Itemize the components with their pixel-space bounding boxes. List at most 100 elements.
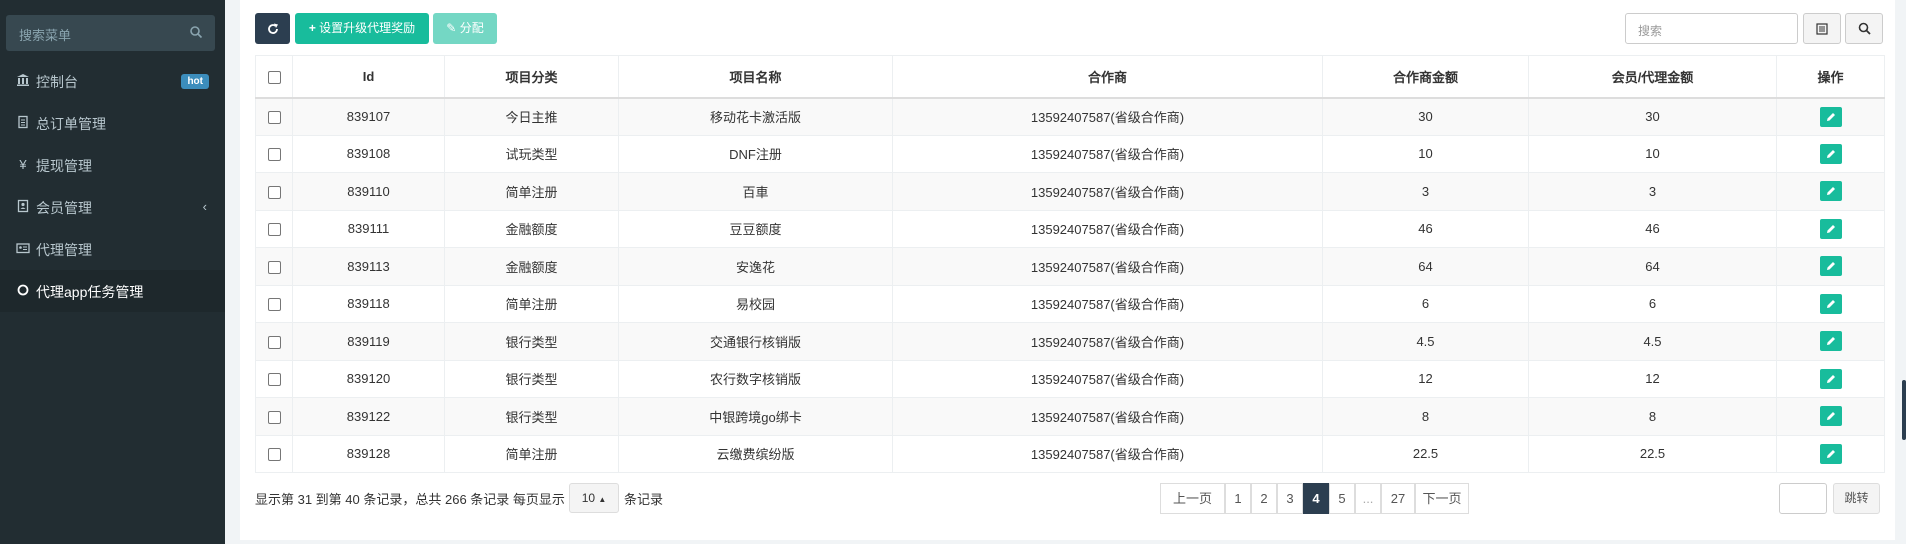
row-select-cell bbox=[255, 134, 293, 173]
row-checkbox[interactable] bbox=[267, 410, 281, 424]
edit-button[interactable] bbox=[1819, 406, 1842, 427]
cell-partner: 13592407587(省级合作商) bbox=[892, 247, 1323, 286]
edit-button[interactable] bbox=[1819, 293, 1842, 314]
sidebar-item-agent-app-tasks[interactable]: 代理app任务管理 bbox=[0, 270, 225, 312]
cell-partner-amount: 6 bbox=[1322, 284, 1529, 323]
search-icon[interactable] bbox=[189, 25, 203, 39]
scrollbar[interactable] bbox=[1902, 380, 1906, 440]
page-button[interactable]: 1 bbox=[1225, 483, 1251, 514]
sidebar-item-withdraw[interactable]: ¥ 提现管理 bbox=[0, 144, 225, 186]
jump-page-input[interactable] bbox=[1779, 483, 1827, 514]
pencil-icon bbox=[1826, 412, 1835, 421]
sidebar-item-dashboard[interactable]: 控制台 hot bbox=[0, 60, 225, 102]
row-checkbox[interactable] bbox=[267, 148, 281, 162]
page-button[interactable]: 4 bbox=[1303, 483, 1329, 514]
header-category[interactable]: 项目分类 bbox=[444, 55, 619, 99]
page-button[interactable]: 2 bbox=[1251, 483, 1277, 514]
cell-id: 839107 bbox=[292, 97, 445, 136]
row-checkbox[interactable] bbox=[267, 223, 281, 237]
assign-button[interactable]: ✎ 分配 bbox=[433, 13, 497, 44]
table-row: 839107 今日主推 移动花卡激活版 13592407587(省级合作商) 30 30 bbox=[255, 97, 1885, 136]
cell-category: 金融额度 bbox=[444, 247, 619, 286]
cell-category: 银行类型 bbox=[444, 359, 619, 398]
row-actions-cell bbox=[1776, 209, 1885, 248]
sidebar-item-orders[interactable]: 总订单管理 bbox=[0, 102, 225, 144]
header-actions: 操作 bbox=[1776, 55, 1885, 99]
table-row: 839128 简单注册 云缴费缤纷版 13592407587(省级合作商) 22.5 22… bbox=[255, 434, 1885, 473]
cell-id: 839122 bbox=[292, 397, 445, 436]
edit-button[interactable] bbox=[1819, 218, 1842, 239]
search-toggle-button[interactable] bbox=[1845, 13, 1883, 44]
edit-button[interactable] bbox=[1819, 368, 1842, 389]
chevron-left-icon: ‹ bbox=[202, 199, 207, 214]
sidebar-item-agents[interactable]: 代理管理 bbox=[0, 228, 225, 270]
table-row: 839120 银行类型 农行数字核销版 13592407587(省级合作商) 12 12 bbox=[255, 359, 1885, 398]
edit-button[interactable] bbox=[1819, 143, 1842, 164]
edit-button[interactable] bbox=[1819, 443, 1842, 464]
edit-button[interactable] bbox=[1819, 106, 1842, 127]
user-card-icon bbox=[15, 199, 31, 215]
cell-partner-amount: 46 bbox=[1322, 209, 1529, 248]
file-icon bbox=[15, 115, 31, 131]
row-checkbox[interactable] bbox=[267, 448, 281, 462]
cell-id: 839128 bbox=[292, 434, 445, 473]
cell-partner: 13592407587(省级合作商) bbox=[892, 322, 1323, 361]
row-actions-cell bbox=[1776, 172, 1885, 211]
row-checkbox[interactable] bbox=[267, 111, 281, 125]
row-select-cell bbox=[255, 397, 293, 436]
edit-button[interactable] bbox=[1819, 256, 1842, 277]
cell-project-name: 农行数字核销版 bbox=[618, 359, 893, 398]
bank-icon bbox=[15, 73, 31, 89]
cell-partner: 13592407587(省级合作商) bbox=[892, 172, 1323, 211]
page-size-select[interactable]: 10 ▲ bbox=[569, 483, 619, 513]
select-all-checkbox[interactable] bbox=[267, 70, 281, 84]
plus-icon: + bbox=[308, 21, 316, 35]
cell-partner: 13592407587(省级合作商) bbox=[892, 359, 1323, 398]
header-id[interactable]: Id bbox=[292, 55, 445, 99]
row-checkbox[interactable] bbox=[267, 335, 281, 349]
cell-member-amount: 30 bbox=[1528, 97, 1777, 136]
cell-category: 银行类型 bbox=[444, 397, 619, 436]
page-button[interactable]: 5 bbox=[1329, 483, 1355, 514]
row-checkbox[interactable] bbox=[267, 373, 281, 387]
row-actions-cell bbox=[1776, 97, 1885, 136]
prev-page-button[interactable]: 上一页 bbox=[1160, 483, 1225, 514]
cell-partner-amount: 8 bbox=[1322, 397, 1529, 436]
columns-toggle-button[interactable] bbox=[1803, 13, 1841, 44]
row-checkbox[interactable] bbox=[267, 298, 281, 312]
menu-search-input[interactable]: 搜索菜单 bbox=[6, 15, 215, 51]
table-search-input[interactable]: 搜索 bbox=[1625, 13, 1798, 44]
jump-button[interactable]: 跳转 bbox=[1833, 483, 1880, 514]
cell-project-name: 易校园 bbox=[618, 284, 893, 323]
row-actions-cell bbox=[1776, 322, 1885, 361]
page-button[interactable]: 3 bbox=[1277, 483, 1303, 514]
pencil-icon bbox=[1826, 112, 1835, 121]
table-search-placeholder: 搜索 bbox=[1638, 24, 1663, 38]
reward-button-label: 设置升级代理奖励 bbox=[319, 21, 416, 35]
sidebar-item-members[interactable]: 会员管理 ‹ bbox=[0, 186, 225, 228]
sidebar-item-label: 代理管理 bbox=[36, 242, 92, 258]
page-button[interactable]: 27 bbox=[1381, 483, 1415, 514]
row-actions-cell bbox=[1776, 247, 1885, 286]
set-upgrade-reward-button[interactable]: + 设置升级代理奖励 bbox=[295, 13, 429, 44]
header-partner-amount[interactable]: 合作商金额 bbox=[1322, 55, 1529, 99]
next-page-button[interactable]: 下一页 bbox=[1415, 483, 1469, 514]
cell-category: 今日主推 bbox=[444, 97, 619, 136]
row-checkbox[interactable] bbox=[267, 260, 281, 274]
pagination-summary: 显示第 31 到第 40 条记录，总共 266 条记录 每页显示 bbox=[255, 492, 565, 507]
row-checkbox[interactable] bbox=[267, 185, 281, 199]
refresh-button[interactable] bbox=[255, 13, 290, 44]
edit-button[interactable] bbox=[1819, 331, 1842, 352]
cell-partner-amount: 30 bbox=[1322, 97, 1529, 136]
header-member-amount[interactable]: 会员/代理金额 bbox=[1528, 55, 1777, 99]
table-row: 839108 试玩类型 DNF注册 13592407587(省级合作商) 10 10 bbox=[255, 134, 1885, 173]
cell-partner: 13592407587(省级合作商) bbox=[892, 134, 1323, 173]
cell-partner: 13592407587(省级合作商) bbox=[892, 284, 1323, 323]
edit-button[interactable] bbox=[1819, 181, 1842, 202]
cell-member-amount: 10 bbox=[1528, 134, 1777, 173]
header-project-name[interactable]: 项目名称 bbox=[618, 55, 893, 99]
sidebar-item-label: 代理app任务管理 bbox=[36, 284, 144, 300]
header-partner[interactable]: 合作商 bbox=[892, 55, 1323, 99]
pencil-icon bbox=[1826, 187, 1835, 196]
cell-member-amount: 46 bbox=[1528, 209, 1777, 248]
